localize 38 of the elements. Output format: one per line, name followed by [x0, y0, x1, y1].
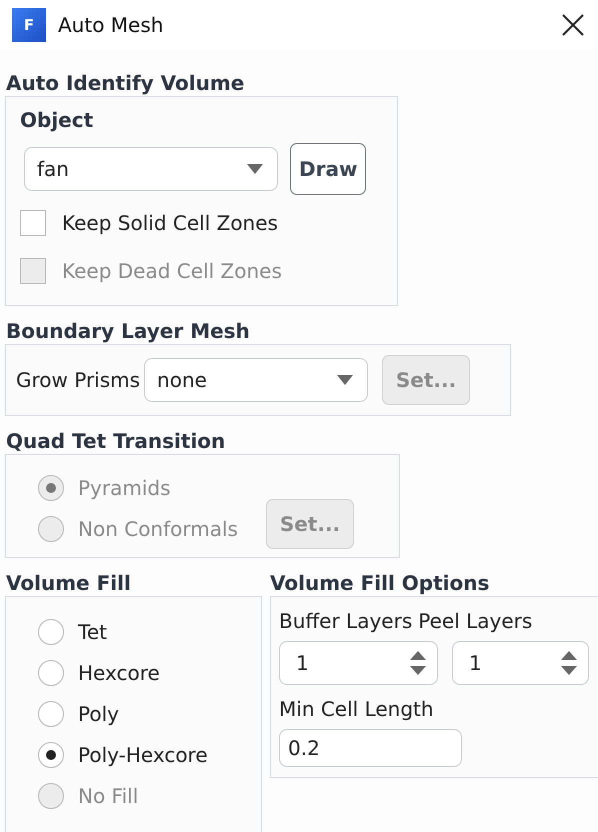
close-button[interactable] — [560, 12, 586, 38]
radio-label: Tet — [78, 620, 107, 644]
radio-button[interactable] — [38, 742, 64, 768]
radio-button[interactable] — [38, 700, 64, 726]
radio-label: Poly — [78, 702, 119, 726]
app-icon: F — [12, 8, 46, 42]
object-label: Object — [20, 108, 94, 132]
close-icon — [562, 14, 584, 36]
radio-label: No Fill — [78, 784, 138, 808]
radio-button[interactable] — [38, 660, 64, 686]
radio-label: Pyramids — [78, 476, 171, 500]
section-heading: Volume Fill — [5, 570, 132, 596]
section-heading: Boundary Layer Mesh — [5, 318, 251, 344]
grow-prisms-dropdown[interactable]: none — [144, 358, 368, 402]
window-title: Auto Mesh — [58, 13, 164, 37]
spin-arrows-icon — [560, 650, 578, 676]
grow-prisms-label: Grow Prisms — [16, 368, 140, 392]
section-heading: Volume Fill Options — [270, 570, 490, 596]
section-heading: Quad Tet Transition — [5, 428, 226, 454]
min-cell-length-field[interactable]: 0.2 — [279, 729, 462, 767]
checkbox-label: Keep Solid Cell Zones — [62, 211, 278, 235]
dropdown-arrow-icon — [247, 164, 263, 174]
spin-arrows-icon — [409, 650, 427, 676]
dropdown-arrow-icon — [337, 375, 354, 385]
section-heading: Auto Identify Volume — [5, 70, 246, 96]
min-cell-length-label: Min Cell Length — [279, 697, 434, 721]
peel-layers-label: Peel Layers — [418, 609, 532, 633]
radio-label: Hexcore — [78, 660, 160, 684]
buffer-layers-spinner[interactable]: 1 — [279, 641, 438, 685]
radio-button[interactable] — [38, 618, 64, 644]
draw-button[interactable]: Draw — [290, 143, 366, 195]
checkbox[interactable] — [20, 210, 46, 236]
peel-layers-spinner[interactable]: 1 — [452, 641, 589, 685]
object-dropdown[interactable]: fan — [24, 147, 278, 191]
radio-label: Poly-Hexcore — [78, 742, 208, 766]
radio-label: Non Conformals — [78, 516, 238, 540]
buffer-layers-label: Buffer Layers — [279, 609, 412, 633]
checkbox-label: Keep Dead Cell Zones — [62, 259, 282, 283]
